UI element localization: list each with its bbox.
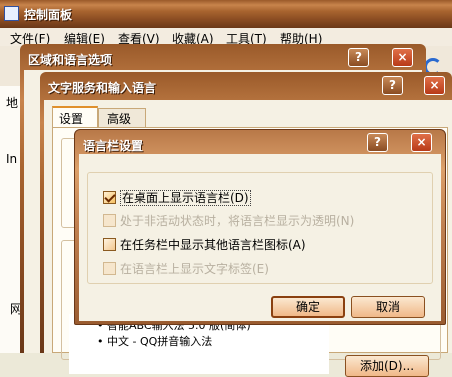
option-text-labels[interactable]: 在语言栏上显示文字标签(E)	[103, 260, 269, 277]
tab-settings-label: 设置	[59, 112, 84, 126]
text-services-close-button[interactable]: ×	[424, 76, 445, 95]
text-services-help-button[interactable]: ?	[382, 76, 403, 95]
tab-advanced-label: 高级	[107, 112, 132, 126]
option-taskbar-icons[interactable]: 在任务栏中显示其他语言栏图标(A)	[103, 236, 306, 253]
control-panel-titlebar: 控制面板	[0, 0, 452, 28]
langbar-dialog-frame: 语言栏设置 ? × 在桌面上显示语言栏(D) 处于非活动状态时，将语言栏显示为透…	[74, 129, 446, 325]
add-button[interactable]: 添加(D)...	[345, 355, 429, 377]
checkbox-text-labels[interactable]	[103, 262, 116, 275]
region-dialog-title: 区域和语言选项	[28, 53, 113, 67]
label-taskbar-icons: 在任务栏中显示其他语言栏图标(A)	[120, 238, 306, 252]
region-close-button[interactable]: ×	[392, 48, 413, 67]
langbar-help-button[interactable]: ?	[367, 133, 388, 152]
label-transparent-inactive: 处于非活动状态时，将语言栏显示为透明(N)	[120, 214, 355, 228]
option-transparent-inactive[interactable]: 处于非活动状态时，将语言栏显示为透明(N)	[103, 212, 354, 229]
checkbox-taskbar-icons[interactable]	[103, 238, 116, 251]
label-text-labels: 在语言栏上显示文字标签(E)	[120, 262, 269, 276]
control-panel-title: 控制面板	[24, 8, 73, 22]
side-text-region: 地	[6, 96, 19, 110]
text-services-dialog-title: 文字服务和输入语言	[48, 81, 157, 95]
option-show-on-desktop[interactable]: 在桌面上显示语言栏(D)	[103, 189, 251, 206]
control-panel-icon	[4, 6, 19, 21]
langbar-close-button[interactable]: ×	[411, 133, 432, 152]
langbar-dialog-body: 在桌面上显示语言栏(D) 处于非活动状态时，将语言栏显示为透明(N) 在任务栏中…	[79, 154, 441, 321]
cancel-button[interactable]: 取消	[351, 296, 425, 318]
side-text-internet: In	[6, 152, 18, 166]
checkbox-show-on-desktop[interactable]	[103, 191, 116, 204]
langbar-dialog-title: 语言栏设置	[83, 139, 144, 153]
label-show-on-desktop: 在桌面上显示语言栏(D)	[120, 190, 251, 206]
tab-advanced[interactable]: 高级	[98, 108, 146, 128]
checkbox-transparent-inactive[interactable]	[103, 214, 116, 227]
list-item[interactable]: • 中文 - QQ拼音输入法	[97, 333, 212, 349]
tab-settings[interactable]: 设置	[52, 106, 98, 128]
region-help-button[interactable]: ?	[348, 48, 369, 67]
ok-button[interactable]: 确定	[271, 296, 345, 318]
